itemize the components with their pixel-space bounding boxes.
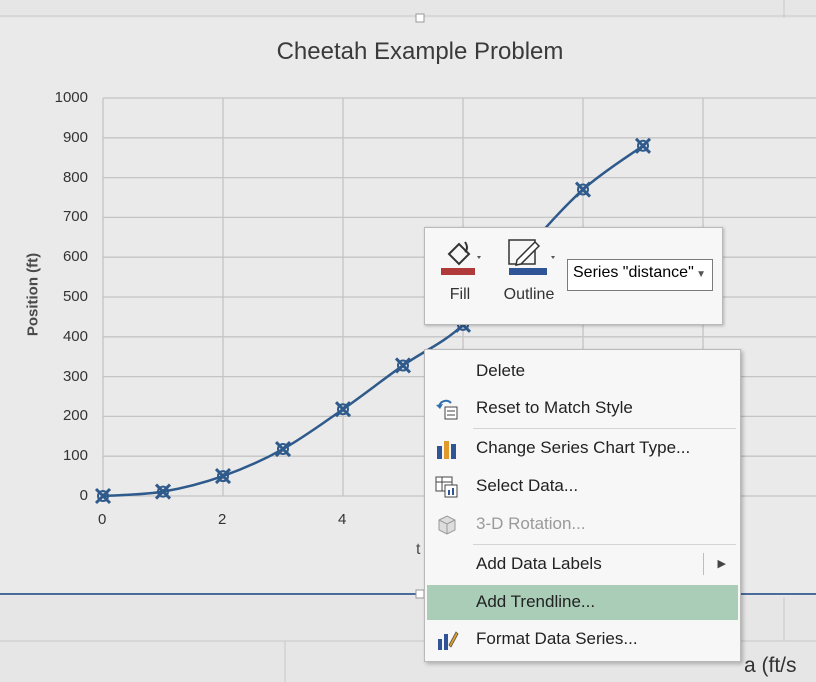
menu-item-reset-style[interactable]: Reset to Match Style [427, 391, 738, 426]
menu-item-label: Select Data... [476, 476, 579, 495]
mini-format-toolbar: Fill Outline Series "distance" ▼ [424, 227, 723, 325]
x-tick-label: 2 [218, 511, 227, 528]
y-tick-label: 800 [62, 168, 88, 186]
chart-element-select[interactable]: Series "distance" ▼ [567, 259, 713, 291]
chart-resize-handle-top[interactable] [415, 13, 425, 23]
y-tick-label: 700 [62, 208, 88, 226]
outline-label: Outline [503, 286, 555, 303]
dropdown-arrow-icon: ▼ [696, 269, 706, 280]
y-tick-label: 600 [62, 248, 88, 266]
menu-item-label: 3-D Rotation... [476, 514, 586, 533]
menu-item-format-data-series[interactable]: Format Data Series... [427, 622, 738, 657]
x-tick-label: 0 [98, 511, 107, 528]
y-tick-label: 500 [62, 288, 88, 305]
menu-item-label: Change Series Chart Type... [476, 438, 691, 457]
format-series-icon [438, 631, 459, 650]
data-point-marker[interactable] [274, 440, 292, 458]
submenu-arrow-icon: ▶ [717, 558, 726, 570]
fill-button[interactable]: Fill [435, 234, 485, 318]
context-menu: Delete Reset to Match Style Change Serie… [424, 349, 741, 662]
bar-chart-icon [437, 441, 456, 459]
y-tick-label: 1000 [54, 89, 88, 106]
chart-element-select-value: Series "distance" [573, 264, 694, 281]
fill-label: Fill [449, 286, 471, 303]
outline-button[interactable]: Outline [495, 234, 563, 318]
data-point-marker[interactable] [394, 357, 412, 374]
data-point-marker[interactable] [94, 487, 112, 505]
reset-style-icon [436, 399, 458, 420]
menu-item-label: Format Data Series... [476, 629, 638, 648]
menu-item-label: Add Data Labels [476, 554, 602, 573]
y-tick-label: 0 [79, 487, 88, 504]
data-point-marker[interactable] [634, 137, 652, 154]
x-tick-label: 4 [338, 511, 347, 528]
data-point-marker[interactable] [214, 468, 232, 485]
menu-item-add-data-labels[interactable]: Add Data Labels ▶ [427, 547, 738, 582]
y-tick-label: 100 [62, 447, 88, 465]
chart-resize-handle-bottom[interactable] [415, 589, 425, 599]
menu-item-delete[interactable]: Delete [427, 354, 738, 389]
y-tick-label: 200 [62, 407, 88, 425]
pen-icon [508, 239, 555, 275]
menu-item-3d-rotation[interactable]: 3-D Rotation... [427, 507, 738, 542]
menu-item-label: Add Trendline... [476, 592, 596, 611]
menu-item-select-data[interactable]: Select Data... [427, 469, 738, 504]
select-data-icon [435, 476, 458, 498]
data-point-marker[interactable] [574, 181, 592, 198]
y-tick-label: 900 [62, 128, 88, 146]
data-point-marker[interactable] [154, 483, 172, 500]
menu-item-change-chart-type[interactable]: Change Series Chart Type... [427, 431, 738, 466]
paint-bucket-icon [441, 241, 481, 275]
menu-item-label: Reset to Match Style [476, 398, 633, 417]
y-tick-label: 300 [62, 367, 88, 385]
menu-item-add-trendline[interactable]: Add Trendline... [427, 585, 738, 620]
y-tick-label: 400 [62, 327, 88, 345]
cube-icon [438, 515, 456, 535]
data-point-marker[interactable] [334, 401, 352, 418]
menu-item-label: Delete [476, 361, 526, 380]
